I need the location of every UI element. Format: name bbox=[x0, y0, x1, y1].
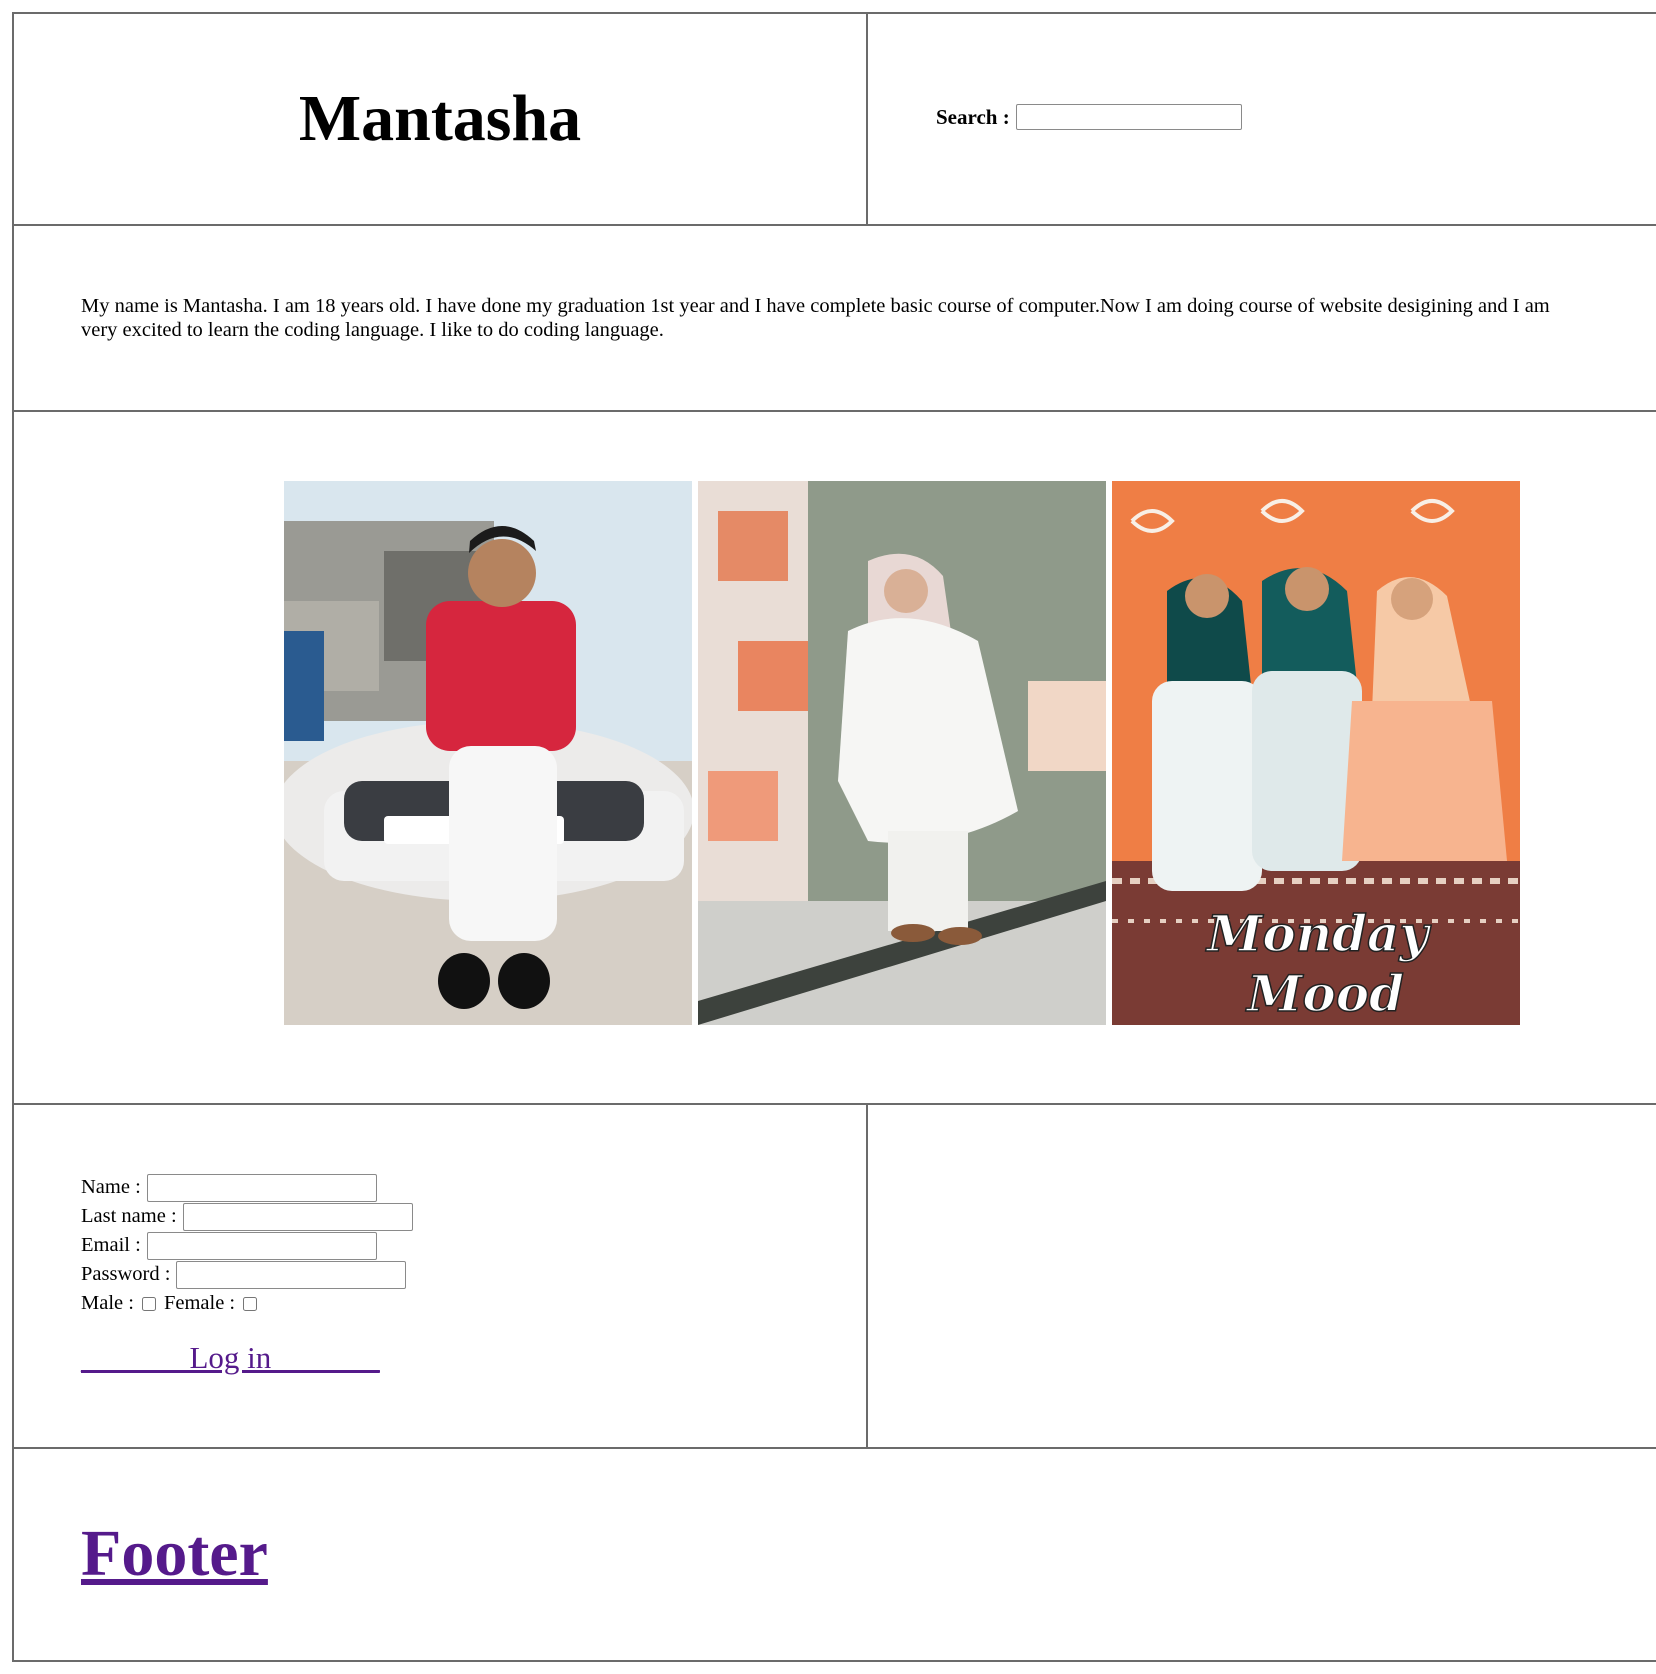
footer-link[interactable]: Footer bbox=[81, 1517, 268, 1590]
intro-paragraph: My name is Mantasha. I am 18 years old. … bbox=[81, 295, 1550, 341]
gender-row: Male : Female : bbox=[81, 1289, 413, 1318]
border-intro-bottom bbox=[12, 410, 1656, 412]
site-title: Mantasha bbox=[298, 82, 582, 155]
border-left bbox=[12, 12, 14, 1662]
male-checkbox[interactable] bbox=[141, 1296, 156, 1311]
photo-woman-white-dress-icon bbox=[698, 481, 1106, 1025]
last-name-input[interactable] bbox=[182, 1202, 413, 1231]
password-label: Password : bbox=[81, 1263, 171, 1285]
photo-man-red-shirt-by-car-icon bbox=[284, 481, 692, 1025]
border-header-divider bbox=[866, 12, 868, 226]
login-link[interactable]: _______Log in_______ bbox=[81, 1340, 380, 1375]
password-input[interactable] bbox=[176, 1260, 407, 1289]
password-row: Password : bbox=[81, 1260, 413, 1289]
login-container: _______Log in_______ bbox=[81, 1340, 380, 1376]
last-name-row: Last name : bbox=[81, 1202, 413, 1231]
female-checkbox[interactable] bbox=[243, 1296, 258, 1311]
photo-gallery: Monday Mood bbox=[284, 481, 1520, 1025]
border-top bbox=[12, 12, 1656, 14]
monday-text: Monday bbox=[1205, 904, 1431, 963]
search-bar: Search : bbox=[936, 104, 1242, 130]
last-name-label: Last name : bbox=[81, 1205, 177, 1227]
male-label: Male : bbox=[81, 1292, 134, 1314]
name-label: Name : bbox=[81, 1176, 141, 1198]
photo-man-red-shirt-by-car bbox=[284, 481, 692, 1025]
photo-three-women-orange-wall-icon: Monday Mood bbox=[1112, 481, 1520, 1025]
border-form-bottom bbox=[12, 1447, 1656, 1449]
photo-three-women-orange-wall: Monday Mood bbox=[1112, 481, 1520, 1025]
border-header-bottom bbox=[12, 224, 1656, 226]
name-row: Name : bbox=[81, 1173, 413, 1202]
email-row: Email : bbox=[81, 1231, 413, 1260]
photo-woman-white-dress bbox=[698, 481, 1106, 1025]
search-label: Search : bbox=[936, 104, 1010, 129]
email-label: Email : bbox=[81, 1234, 141, 1256]
mood-text: Mood bbox=[1245, 964, 1404, 1023]
name-input[interactable] bbox=[146, 1173, 377, 1202]
border-gallery-bottom bbox=[12, 1103, 1656, 1105]
female-label: Female : bbox=[163, 1292, 236, 1314]
email-input[interactable] bbox=[146, 1231, 377, 1260]
border-bottom bbox=[12, 1660, 1656, 1662]
signup-form: Name : Last name : Email : Password : Ma… bbox=[81, 1173, 413, 1318]
search-input[interactable] bbox=[1015, 104, 1242, 130]
border-form-divider bbox=[866, 1103, 868, 1449]
footer-heading: Footer bbox=[81, 1518, 268, 1590]
